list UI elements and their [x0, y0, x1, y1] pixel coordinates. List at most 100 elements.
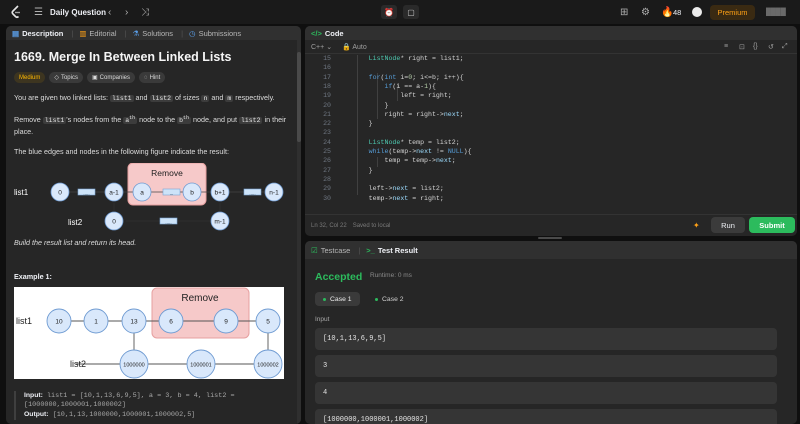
fig2-node: 6: [169, 319, 173, 326]
fig1-node-m-1: m-1: [214, 219, 226, 226]
notes-icon[interactable]: ▢: [403, 5, 419, 19]
prev-problem-icon[interactable]: ‹: [108, 0, 111, 24]
fig2-node: 9: [224, 319, 228, 326]
diagram-figure-1: list1 list2 Remove 0 ..... a-1 a ... b b…: [14, 162, 292, 235]
saved-status: Saved to local: [352, 222, 391, 229]
topics-chip[interactable]: ◇ Topics: [49, 72, 83, 83]
format-icon[interactable]: ≡: [724, 43, 728, 50]
fig1-node-b: b: [190, 190, 194, 197]
streak-count: 48: [673, 7, 682, 17]
premium-button[interactable]: Premium: [710, 5, 755, 20]
code-icon: </>: [311, 28, 322, 38]
fig2-node: 1: [94, 319, 98, 326]
chevron-down-icon: ⌄: [326, 43, 333, 51]
layout-icon[interactable]: ⊞: [620, 0, 628, 24]
fig2-node: 13: [130, 319, 138, 326]
input-value-list1[interactable]: [10,1,13,6,9,5]: [315, 328, 777, 350]
language-select[interactable]: C++ ⌄: [311, 43, 332, 51]
tab-description[interactable]: ▤ Description: [12, 29, 63, 38]
cursor-position: Ln 32, Col 22: [311, 222, 347, 229]
lock-icon: ▣: [91, 75, 98, 81]
top-navbar: ☰ Daily Question ‹ › ⤨ ⏰ ▢ ⊞ ⚙ 🔥 48 Prem…: [0, 0, 800, 24]
result-tabs: ☑ Testcase | >_ Test Result: [305, 241, 797, 259]
case-1-tab[interactable]: Case 1: [315, 292, 360, 306]
description-content: 1669. Merge In Between Linked Lists Medi…: [14, 40, 292, 424]
fig1-node-a-1: a-1: [109, 190, 119, 197]
problem-paragraph-3: The blue edges and nodes in the followin…: [14, 147, 229, 157]
fig1-dots-1: .....: [83, 191, 89, 196]
description-tabs: ▤ Description | ▥ Editorial | ⚗ Solutions |…: [6, 26, 301, 40]
fire-streak-icon[interactable]: 🔥: [661, 0, 673, 24]
checkbox-icon: ☑: [311, 245, 318, 255]
example-heading: Example 1:: [14, 272, 52, 282]
tab-test-result[interactable]: >_ Test Result: [366, 246, 417, 255]
resize-handle[interactable]: [538, 237, 562, 239]
problem-paragraph-2: Remove list1's nodes from the ath node t…: [14, 115, 287, 137]
username-label: ████: [766, 8, 786, 16]
tab-testcase[interactable]: ☑ Testcase: [311, 246, 350, 255]
runtime-label: Runtime: 0 ms: [370, 272, 412, 279]
pass-dot-icon: [323, 297, 326, 301]
fig2-node: 1000002: [257, 363, 278, 369]
problem-list-icon[interactable]: ☰: [34, 0, 43, 24]
document-icon: ▤: [12, 28, 20, 38]
braces-icon[interactable]: {}: [753, 43, 758, 50]
book-icon: ▥: [79, 28, 87, 38]
alarm-icon[interactable]: ⏰: [381, 5, 397, 19]
fig1-node-n-1: n-1: [269, 190, 279, 197]
reset-icon[interactable]: ↺: [768, 43, 774, 51]
bookmark-icon[interactable]: ⊡: [739, 43, 745, 51]
problem-paragraph-1: You are given two linked lists: list1 an…: [14, 93, 275, 102]
settings-gear-icon[interactable]: ⚙: [641, 0, 650, 24]
problem-tags: Medium ◇ Topics ▣ Companies ◌ Hint: [14, 72, 292, 83]
fullscreen-icon[interactable]: ⤢: [782, 43, 788, 51]
case-2-tab[interactable]: Case 2: [367, 292, 412, 306]
code-editor[interactable]: 15 ListNode* right = list1; 16 17 for(in…: [305, 55, 797, 207]
problem-title[interactable]: 1669. Merge In Between Linked Lists: [14, 50, 292, 64]
problem-paragraph-4: Build the result list and return its hea…: [14, 238, 137, 248]
pass-dot-icon: [375, 297, 378, 301]
fig2-node: 1000000: [123, 363, 144, 369]
tab-solutions[interactable]: ⚗ Solutions: [132, 29, 173, 38]
example-output: Output: [10,1,13,1000000,1000001,1000002…: [24, 411, 196, 420]
fig1-list2-label: list2: [68, 218, 83, 227]
companies-chip[interactable]: ▣ Companies: [86, 72, 136, 83]
flask-icon: ⚗: [132, 28, 140, 38]
leetcode-logo[interactable]: [9, 4, 23, 20]
debug-icon[interactable]: ✦: [693, 221, 700, 230]
scroll-thumb[interactable]: [297, 52, 301, 142]
tab-editorial[interactable]: ▥ Editorial: [79, 29, 116, 38]
bulb-icon: ◌: [144, 74, 148, 81]
fig2-node: 1000001: [190, 363, 211, 369]
example-io: Input: list1 = [10,1,13,6,9,5], a = 3, b…: [14, 391, 292, 421]
autocomplete-mode[interactable]: 🔒 Auto: [342, 43, 367, 51]
description-panel: ▤ Description | ▥ Editorial | ⚗ Solutions |…: [6, 26, 301, 424]
fig2-list1-label: list1: [16, 316, 32, 326]
fig1-dots-2: ...: [170, 191, 174, 196]
next-problem-icon[interactable]: ›: [125, 0, 128, 24]
fig1-node-a: a: [140, 190, 144, 197]
code-panel: </> Code C++ ⌄ 🔒 Auto ≡ ⊡ {} ↺ ⤢ 15 ListN…: [305, 26, 797, 236]
fig2-list2-label: list2: [70, 359, 86, 369]
tab-submissions[interactable]: ◷ Submissions: [189, 29, 241, 38]
input-value-a[interactable]: 3: [315, 355, 777, 377]
test-result-panel: ☑ Testcase | >_ Test Result Accepted Runti…: [305, 241, 797, 424]
fig1-node-0: 0: [58, 190, 62, 197]
fig1-dots-3: .....: [249, 191, 255, 196]
daily-question-link[interactable]: Daily Question: [50, 0, 106, 24]
avatar[interactable]: [692, 7, 702, 17]
tab-code[interactable]: </> Code: [311, 29, 344, 38]
hint-chip[interactable]: ◌ Hint: [139, 72, 166, 83]
code-toolbar: C++ ⌄ 🔒 Auto ≡ ⊡ {} ↺ ⤢: [305, 40, 797, 54]
shuffle-icon[interactable]: ⤨: [141, 0, 149, 24]
submit-button[interactable]: Submit: [749, 217, 795, 233]
fig1-remove-label: Remove: [151, 168, 183, 178]
fig1-list1-label: list1: [14, 188, 29, 197]
history-icon: ◷: [189, 28, 196, 38]
example-input: Input: list1 = [10,1,13,6,9,5], a = 3, b…: [24, 392, 235, 410]
description-scrollbar[interactable]: [297, 40, 301, 424]
run-button[interactable]: Run: [711, 217, 745, 233]
input-value-b[interactable]: 4: [315, 382, 777, 404]
fig2-node: 5: [266, 319, 270, 326]
input-value-list2[interactable]: [1000000,1000001,1000002]: [315, 409, 777, 424]
